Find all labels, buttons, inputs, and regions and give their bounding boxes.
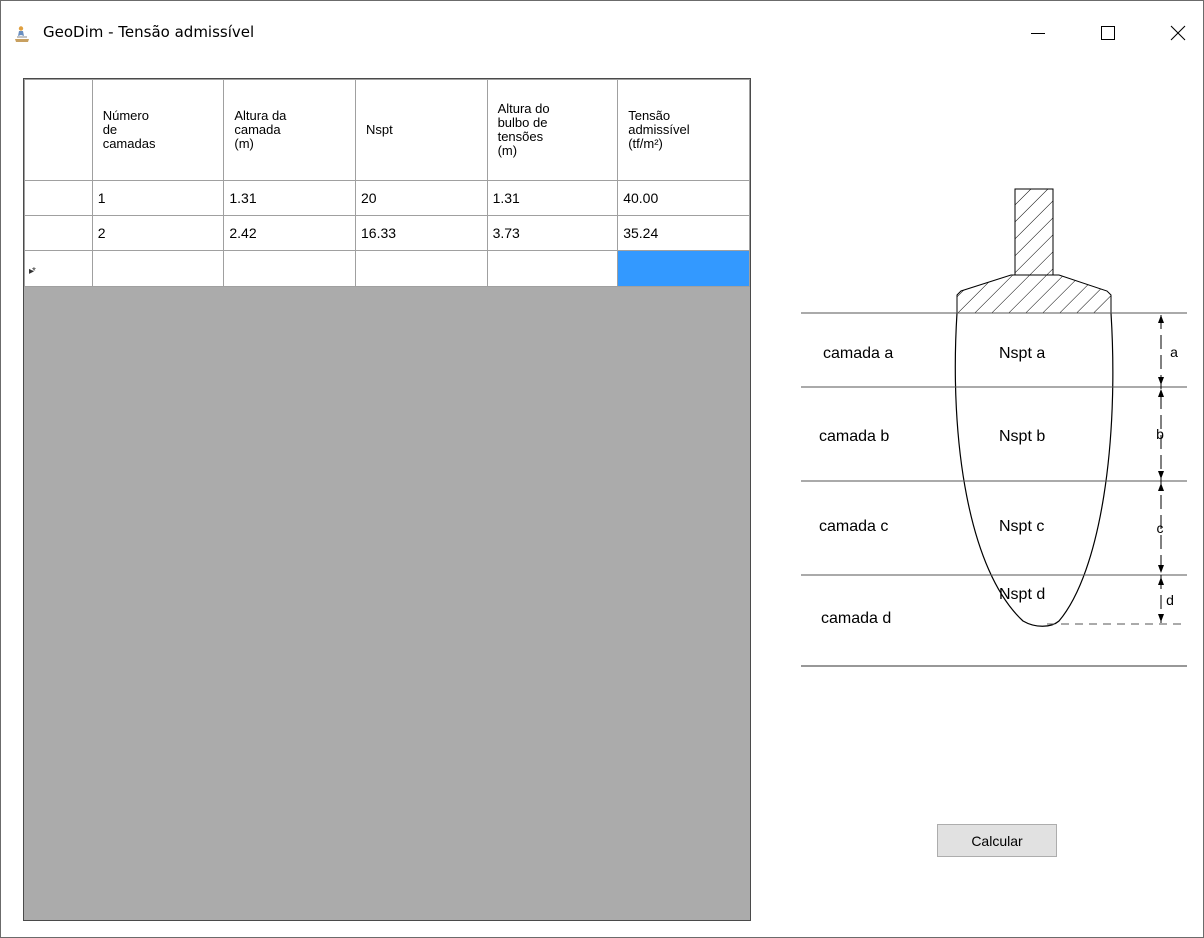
header-row: Número de camadas Altura da camada (m) N… [24, 79, 750, 181]
minimize-icon [1031, 33, 1045, 34]
table-cell[interactable] [223, 250, 357, 287]
table-cell[interactable] [355, 250, 488, 287]
window-title: GeoDim - Tensão admissível [43, 23, 255, 41]
table-cell[interactable] [91, 250, 225, 287]
app-icon [13, 25, 31, 43]
table-cell[interactable]: 16.33 [355, 215, 488, 251]
selected-cell[interactable] [617, 250, 750, 287]
table-cell[interactable]: 3.73 [486, 215, 619, 251]
nspt-label: Nspt b [999, 428, 1045, 445]
table-cell[interactable]: 1.31 [223, 180, 357, 216]
pillar-shape [1014, 188, 1054, 276]
title-bar[interactable]: GeoDim - Tensão admissível [1, 1, 1203, 59]
footing-shape [956, 274, 1112, 314]
table-cell[interactable]: 40.00 [617, 180, 750, 216]
dimension-label: c [1157, 520, 1164, 536]
table-cell[interactable]: 2 [91, 215, 225, 251]
stress-bulb-diagram: camada a Nspt a a camada b Nspt b b cama… [801, 188, 1187, 667]
dimension-label: a [1170, 344, 1178, 360]
nspt-label: Nspt a [999, 345, 1045, 362]
column-header-bulb-height[interactable]: Altura do bulbo de tensões (m) [486, 79, 619, 181]
calculate-button[interactable]: Calcular [937, 824, 1057, 857]
close-icon [1170, 25, 1186, 41]
table-cell[interactable] [486, 250, 619, 287]
table-cell[interactable]: 2.42 [223, 215, 357, 251]
dimension-label: d [1166, 592, 1174, 608]
app-window: GeoDim - Tensão admissível Número de cam… [0, 0, 1204, 938]
nspt-label: Nspt c [999, 518, 1044, 535]
layer-label: camada c [819, 518, 888, 535]
layer-label: camada a [823, 345, 893, 362]
column-header-allowable-stress[interactable]: Tensão admissível (tf/m²) [617, 79, 750, 181]
table-row: 1 1.31 20 1.31 40.00 [24, 180, 750, 216]
table-cell[interactable]: 35.24 [617, 215, 750, 251]
table-cell[interactable]: 1 [91, 180, 225, 216]
layers-data-grid[interactable]: Número de camadas Altura da camada (m) N… [23, 78, 751, 921]
nspt-label: Nspt d [999, 586, 1045, 603]
dimension-label: b [1156, 426, 1164, 442]
table-row: 2 2.42 16.33 3.73 35.24 [24, 215, 750, 251]
table-cell[interactable]: 20 [355, 180, 488, 216]
new-row: ▸* [24, 250, 750, 287]
column-header-layer-height[interactable]: Altura da camada (m) [223, 79, 357, 181]
row-header-cell[interactable] [24, 180, 93, 216]
close-button[interactable] [1155, 13, 1201, 53]
row-header-cell[interactable] [24, 215, 93, 251]
corner-header-cell[interactable] [24, 79, 93, 181]
column-header-num-layers[interactable]: Número de camadas [91, 79, 225, 181]
layers-table: Número de camadas Altura da camada (m) N… [24, 79, 750, 287]
layer-label: camada b [819, 428, 889, 445]
new-row-header-cell[interactable]: ▸* [24, 250, 93, 287]
maximize-button[interactable] [1085, 13, 1131, 53]
layer-label: camada d [821, 610, 891, 627]
maximize-icon [1101, 26, 1115, 40]
column-header-nspt[interactable]: Nspt [355, 79, 488, 181]
table-cell[interactable]: 1.31 [486, 180, 619, 216]
new-row-marker-icon: ▸* [29, 265, 36, 277]
minimize-button[interactable] [1015, 13, 1061, 53]
